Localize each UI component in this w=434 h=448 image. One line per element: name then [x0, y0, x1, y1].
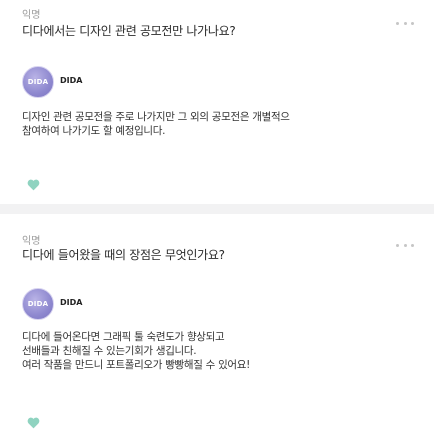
answer-line: 선배들과 친해질 수 있는기회가 생깁니다. — [22, 345, 197, 357]
heart-icon[interactable] — [27, 179, 40, 191]
answer-line: 디다에 들어온다면 그래픽 툴 숙련도가 향상되고 — [22, 331, 225, 343]
answerer-name: DIDA — [60, 298, 83, 307]
avatar: DIDA — [22, 66, 54, 98]
answerer-name: DIDA — [60, 76, 83, 85]
heart-icon[interactable] — [27, 417, 40, 429]
anonymous-tag: 익명 — [22, 236, 41, 247]
avatar-label: DIDA — [27, 300, 49, 308]
answer-line: 여러 작품을 만드니 포트폴리오가 빵빵해질 수 있어요! — [22, 359, 251, 371]
answer-line: 디자인 관련 공모전을 주로 나가지만 그 외의 공모전은 개별적으 — [22, 111, 290, 123]
anonymous-tag: 익명 — [22, 10, 41, 21]
more-dots-icon[interactable] — [396, 240, 414, 250]
answer-text: 디자인 관련 공모전을 주로 나가지만 그 외의 공모전은 개별적으 참여하여 … — [22, 110, 414, 138]
avatar: DIDA — [22, 288, 54, 320]
answer-line: 참여하여 나가기도 할 예정입니다. — [22, 125, 166, 137]
question-text: 디다에 들어왔을 때의 장점은 무엇인가요? — [22, 248, 225, 262]
qna-card-1: 익명 디다에서는 디자인 관련 공모전만 나가나요? DIDA DIDA 디자인… — [0, 0, 434, 204]
avatar-label: DIDA — [27, 78, 49, 86]
card-divider — [0, 204, 434, 214]
qna-card-2: 익명 디다에 들어왔을 때의 장점은 무엇인가요? DIDA DIDA 디다에 … — [0, 214, 434, 448]
more-dots-icon[interactable] — [396, 18, 414, 28]
answer-text: 디다에 들어온다면 그래픽 툴 숙련도가 향상되고 선배들과 친해질 수 있는기… — [22, 330, 414, 372]
question-text: 디다에서는 디자인 관련 공모전만 나가나요? — [22, 24, 236, 38]
